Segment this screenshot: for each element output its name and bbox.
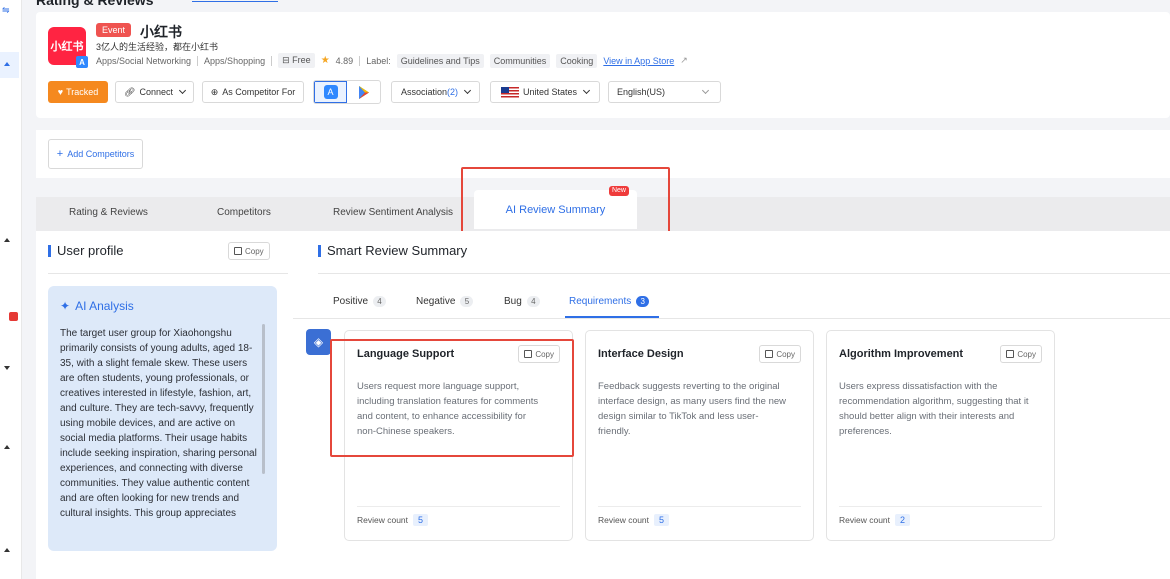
heading-marker	[318, 245, 321, 257]
copy-icon	[765, 350, 774, 358]
chevron-down-icon	[582, 86, 591, 95]
country-select[interactable]: United States	[490, 81, 600, 103]
rating-value: 4.89	[335, 55, 354, 66]
subtab-bug[interactable]: Bug 4	[504, 296, 540, 307]
swap-icon[interactable]: ⇋	[2, 5, 10, 16]
connect-dropdown[interactable]: 🔗︎ Connect	[115, 81, 194, 103]
copy-button[interactable]: Copy	[1000, 345, 1042, 363]
app-store-badge-icon: A	[76, 56, 88, 68]
rail-caret-icon[interactable]	[4, 548, 10, 552]
app-subtitle: 3亿人的生活经验，都在小红书	[96, 42, 219, 52]
label-tag[interactable]: Cooking	[556, 53, 598, 68]
rail-caret-icon[interactable]	[4, 445, 10, 449]
profile-divider	[48, 273, 288, 274]
price-tag: ⊟ Free	[278, 53, 315, 68]
card-title: Algorithm Improvement	[839, 348, 964, 360]
plus-icon: +	[56, 148, 64, 160]
app-store-option[interactable]: A	[314, 81, 348, 103]
subtab-negative[interactable]: Negative 5	[416, 296, 474, 307]
smart-review-summary-title: Smart Review Summary	[327, 243, 468, 258]
ai-analysis-header: ✦ AI Analysis	[60, 299, 134, 313]
app-meta: Apps/Social Networking Apps/Shopping ⊟ F…	[96, 53, 688, 68]
review-count: Review count 5	[598, 514, 670, 526]
sparkle-icon: ✦	[60, 299, 71, 313]
label-tag[interactable]: Guidelines and Tips	[396, 53, 484, 68]
ai-analysis-box: ✦ AI Analysis The target user group for …	[48, 286, 277, 551]
ai-analysis-text: The target user group for Xiaohongshu pr…	[60, 328, 257, 519]
left-rail: ⇋	[0, 0, 22, 579]
subtab-positive[interactable]: Positive 4	[333, 296, 387, 307]
card-divider	[357, 506, 560, 507]
subtab-requirements[interactable]: Requirements 3	[569, 296, 650, 307]
chevron-down-icon	[463, 86, 472, 95]
divider	[271, 55, 273, 66]
requirement-card: Interface Design Copy Feedback suggests …	[585, 330, 814, 541]
rail-active-item[interactable]	[0, 52, 19, 78]
plus-circle-icon: ⊕	[210, 86, 219, 97]
tab-rating-reviews[interactable]: Rating & Reviews	[69, 197, 148, 231]
app-info-card: 小红书 A Event 小红书 3亿人的生活经验，都在小红书 Apps/Soci…	[36, 12, 1170, 118]
rail-notice-icon[interactable]	[9, 312, 18, 321]
external-link-icon[interactable]: ↗	[680, 55, 688, 66]
language-select[interactable]: English(US)	[608, 81, 721, 103]
association-dropdown[interactable]: Association (2)	[391, 81, 480, 103]
star-icon: ★	[320, 55, 330, 66]
divider	[359, 55, 361, 66]
add-competitors-button[interactable]: + Add Competitors	[48, 139, 143, 169]
card-divider	[839, 506, 1042, 507]
copy-button[interactable]: Copy	[228, 242, 270, 260]
highlight-box-tab	[461, 167, 670, 237]
rail-caret-icon[interactable]	[4, 238, 10, 242]
requirement-card: Algorithm Improvement Copy Users express…	[826, 330, 1055, 541]
card-title: Interface Design	[598, 348, 684, 360]
label-tag[interactable]: Communities	[489, 53, 551, 68]
google-play-icon	[358, 85, 369, 99]
review-count: Review count 5	[357, 514, 429, 526]
chevron-down-icon	[701, 86, 710, 95]
copy-icon	[1006, 350, 1015, 358]
app-name: 小红书	[140, 24, 182, 40]
mascot-icon: ◈	[306, 329, 331, 355]
price-icon: ⊟	[282, 55, 290, 65]
app-store-icon: A	[323, 85, 338, 99]
section-title: Rating & Reviews	[36, 0, 154, 8]
app-store-link[interactable]: View in App Store	[603, 56, 674, 66]
section-link-underline[interactable]	[192, 1, 278, 2]
scrollbar[interactable]	[262, 324, 265, 474]
category-1[interactable]: Apps/Social Networking	[96, 56, 191, 66]
summary-divider	[318, 273, 1170, 274]
tab-competitors[interactable]: Competitors	[217, 197, 271, 231]
store-toggle[interactable]: A	[313, 80, 381, 104]
highlight-box-card	[330, 339, 574, 457]
rail-caret-icon[interactable]	[4, 366, 10, 370]
link-icon: 🔗︎	[124, 86, 136, 97]
subtab-active-indicator	[565, 316, 659, 318]
app-icon: 小红书 A	[48, 27, 88, 68]
google-play-option[interactable]	[347, 81, 380, 103]
divider	[197, 55, 199, 66]
event-badge: Event	[96, 23, 132, 37]
card-description: Feedback suggests reverting to the origi…	[598, 381, 786, 437]
heart-icon: ♥	[57, 87, 64, 97]
label-prefix: Label:	[366, 55, 391, 66]
chevron-down-icon	[178, 86, 187, 95]
card-divider	[598, 506, 801, 507]
subtab-baseline	[293, 318, 1170, 319]
heading-marker	[48, 245, 51, 257]
us-flag-icon	[500, 86, 519, 98]
category-2[interactable]: Apps/Shopping	[204, 56, 265, 66]
tab-review-sentiment[interactable]: Review Sentiment Analysis	[333, 197, 453, 231]
copy-button[interactable]: Copy	[759, 345, 801, 363]
as-competitor-button[interactable]: ⊕ As Competitor For	[202, 81, 304, 103]
card-description: Users express dissatisfaction with the r…	[839, 381, 1029, 437]
copy-icon	[234, 247, 242, 255]
user-profile-title: User profile	[57, 243, 124, 258]
tracked-button[interactable]: ♥ Tracked	[48, 81, 108, 103]
review-count: Review count 2	[839, 514, 911, 526]
